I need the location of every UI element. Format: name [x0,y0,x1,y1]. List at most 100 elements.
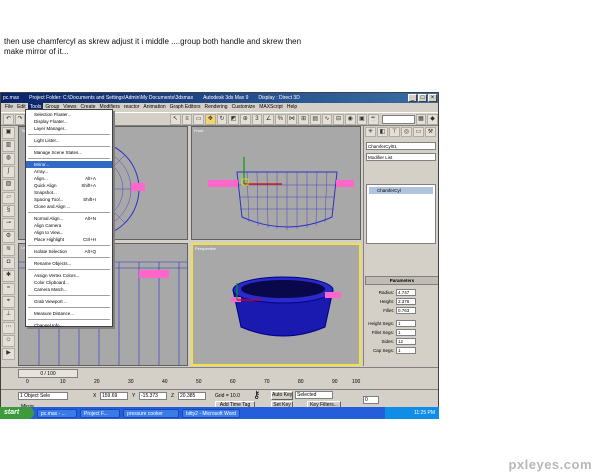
cloth-icon[interactable]: ▥ [2,140,15,152]
auto-key-button[interactable]: Auto Key [271,391,293,400]
menu-item-quick-align[interactable]: Quick Align Shift+A [26,182,112,189]
render-frame-icon[interactable]: ▦ [415,113,427,125]
menu-item-align-camera[interactable]: Align Camera [26,222,112,229]
radius-input[interactable]: 4.747 [396,289,416,296]
redo-icon[interactable]: ↷ [14,113,26,125]
object-name-field[interactable]: ChamferCyl01 [366,142,436,150]
time-slider[interactable]: 0 / 100 [18,369,78,378]
select-region-icon[interactable]: ▭ [193,113,204,125]
menu-item-color-clipboard[interactable]: Color Clipboard... [26,279,112,286]
menu-item-place-highlight[interactable]: Place Highlight Ctrl+H [26,236,112,243]
menu-item-rename-objects[interactable]: Rename Objects... [26,260,112,267]
dashpot-icon[interactable]: ⊸ [2,218,15,230]
rope-icon[interactable]: ∫ [2,166,15,178]
taskbar-item-pressure-cooker[interactable]: pressure cooker [123,408,179,418]
menu-customize[interactable]: Customize [230,103,258,112]
menu-item-manage-scene-states[interactable]: Manage Scene States... [26,149,112,156]
track-bar-ruler[interactable]: 0 10 20 30 40 50 60 70 80 90 100 [18,379,363,389]
menu-item-display-floater[interactable]: Display Floater... [26,118,112,125]
hinge-icon[interactable]: ⊥ [2,309,15,321]
menu-maxscript[interactable]: MAXScript [257,103,285,112]
quick-render-icon[interactable]: ◆ [427,113,438,125]
menu-item-grab-viewport[interactable]: Grab Viewport ... [26,298,112,305]
menu-item-snapshot[interactable]: Snapshot... [26,189,112,196]
pivot-icon[interactable]: ⊕ [239,113,251,125]
snap-icon[interactable]: 3 [251,113,263,125]
current-frame-field[interactable]: 0 [363,396,379,404]
taskbar-item-project-folder[interactable]: Project F... [80,408,120,418]
menu-item-light-lister[interactable]: Light Lister... [26,137,112,144]
motor-icon[interactable]: ⚙ [2,231,15,243]
menu-item-measure-distance[interactable]: Measure Distance... [26,310,112,317]
ragdoll-icon[interactable]: ☺ [2,335,15,347]
menu-animation[interactable]: Animation [141,103,167,112]
utilities-tab-icon[interactable]: ⚒ [425,127,436,137]
menu-item-array[interactable]: Array... [26,168,112,175]
z-coord-field[interactable]: 20.385 [178,392,206,400]
soft-body-icon[interactable]: ◍ [2,153,15,165]
align-icon[interactable]: ⊞ [298,113,309,125]
schematic-icon[interactable]: ⊟ [333,113,344,125]
layer-icon[interactable]: ▤ [309,113,321,125]
select-icon[interactable]: ↖ [170,113,181,125]
water-icon[interactable]: ≈ [2,283,15,295]
scale-icon[interactable]: ◩ [228,113,239,125]
rotate-icon[interactable]: ↻ [216,113,228,125]
cap-segs-input[interactable]: 1 [396,347,416,354]
mirror-icon[interactable]: ⋈ [286,113,298,125]
menu-graph-editors[interactable]: Graph Editors [168,103,203,112]
deform-mesh-icon[interactable]: ▧ [2,179,15,191]
menu-item-camera-match[interactable]: Camera Match... [26,286,112,293]
hierarchy-tab-icon[interactable]: ⊤ [389,127,400,137]
rigid-body-icon[interactable]: ▣ [2,127,15,139]
named-selection-field[interactable] [381,114,415,124]
menu-item-isolate-selection[interactable]: Isolate Selection Alt+Q [26,248,112,255]
start-button[interactable]: start [0,407,34,419]
menu-reactor[interactable]: reactor [122,103,142,112]
viewport-front[interactable]: Front [191,126,361,240]
height-input[interactable]: 2.376 [396,298,416,305]
material-editor-icon[interactable]: ◉ [344,113,356,125]
y-coord-field[interactable]: -15.373 [139,392,167,400]
constraint-icon[interactable]: ⌖ [2,296,15,308]
taskbar-item-word[interactable]: bitty2 - Microsoft Word [182,408,240,418]
key-icon[interactable]: ⚷ [253,391,260,401]
close-button[interactable]: × [428,94,437,102]
menu-item-normal-align[interactable]: Normal Align... Alt+N [26,215,112,222]
minimize-button[interactable]: _ [408,94,417,102]
preview-icon[interactable]: ▶ [2,348,15,360]
render-setup-icon[interactable]: ▣ [356,113,368,125]
menu-item-mirror[interactable]: Mirror... [26,161,112,168]
stack-item-chamfercyl[interactable]: ChamferCyl [369,187,433,194]
taskbar-item-3dsmax[interactable]: pc.max - ... [37,408,77,418]
menu-file[interactable]: File [3,103,15,112]
x-coord-field[interactable]: 159.69 [100,392,128,400]
wind-icon[interactable]: ≋ [2,244,15,256]
motion-tab-icon[interactable]: ◎ [401,127,412,137]
fracture-icon[interactable]: ✱ [2,270,15,282]
fillet-segs-input[interactable]: 1 [396,329,416,336]
render-icon[interactable]: ☕ [368,113,379,125]
create-tab-icon[interactable]: ✳ [365,127,376,137]
menu-item-clone-and-align[interactable]: Clone and Align ... [26,203,112,210]
key-mode-dropdown[interactable]: Selected [295,391,333,399]
viewport-perspective[interactable]: Perspective [191,243,361,366]
modify-tab-icon[interactable]: ◧ [377,127,388,137]
spring-icon[interactable]: § [2,205,15,217]
select-by-name-icon[interactable]: ≡ [181,113,193,125]
plane-icon[interactable]: ▱ [2,192,15,204]
toy-car-icon[interactable]: ◘ [2,257,15,269]
angle-snap-icon[interactable]: ∠ [263,113,274,125]
sides-input[interactable]: 12 [396,338,416,345]
undo-icon[interactable]: ↶ [3,113,14,125]
display-tab-icon[interactable]: ▭ [413,127,424,137]
menu-item-spacing-tool[interactable]: Spacing Tool... Shift+I [26,196,112,203]
menu-item-selection-floater[interactable]: Selection Floater... [26,111,112,118]
maximize-button[interactable]: □ [418,94,427,102]
menu-item-align-to-view[interactable]: Align to View... [26,229,112,236]
menu-item-align[interactable]: Align... Alt+A [26,175,112,182]
modifier-list-dropdown[interactable]: Modifier List [366,153,436,161]
height-segs-input[interactable]: 1 [396,320,416,327]
parameters-rollout-header[interactable]: Parameters [365,276,438,285]
curve-editor-icon[interactable]: ∿ [321,113,333,125]
